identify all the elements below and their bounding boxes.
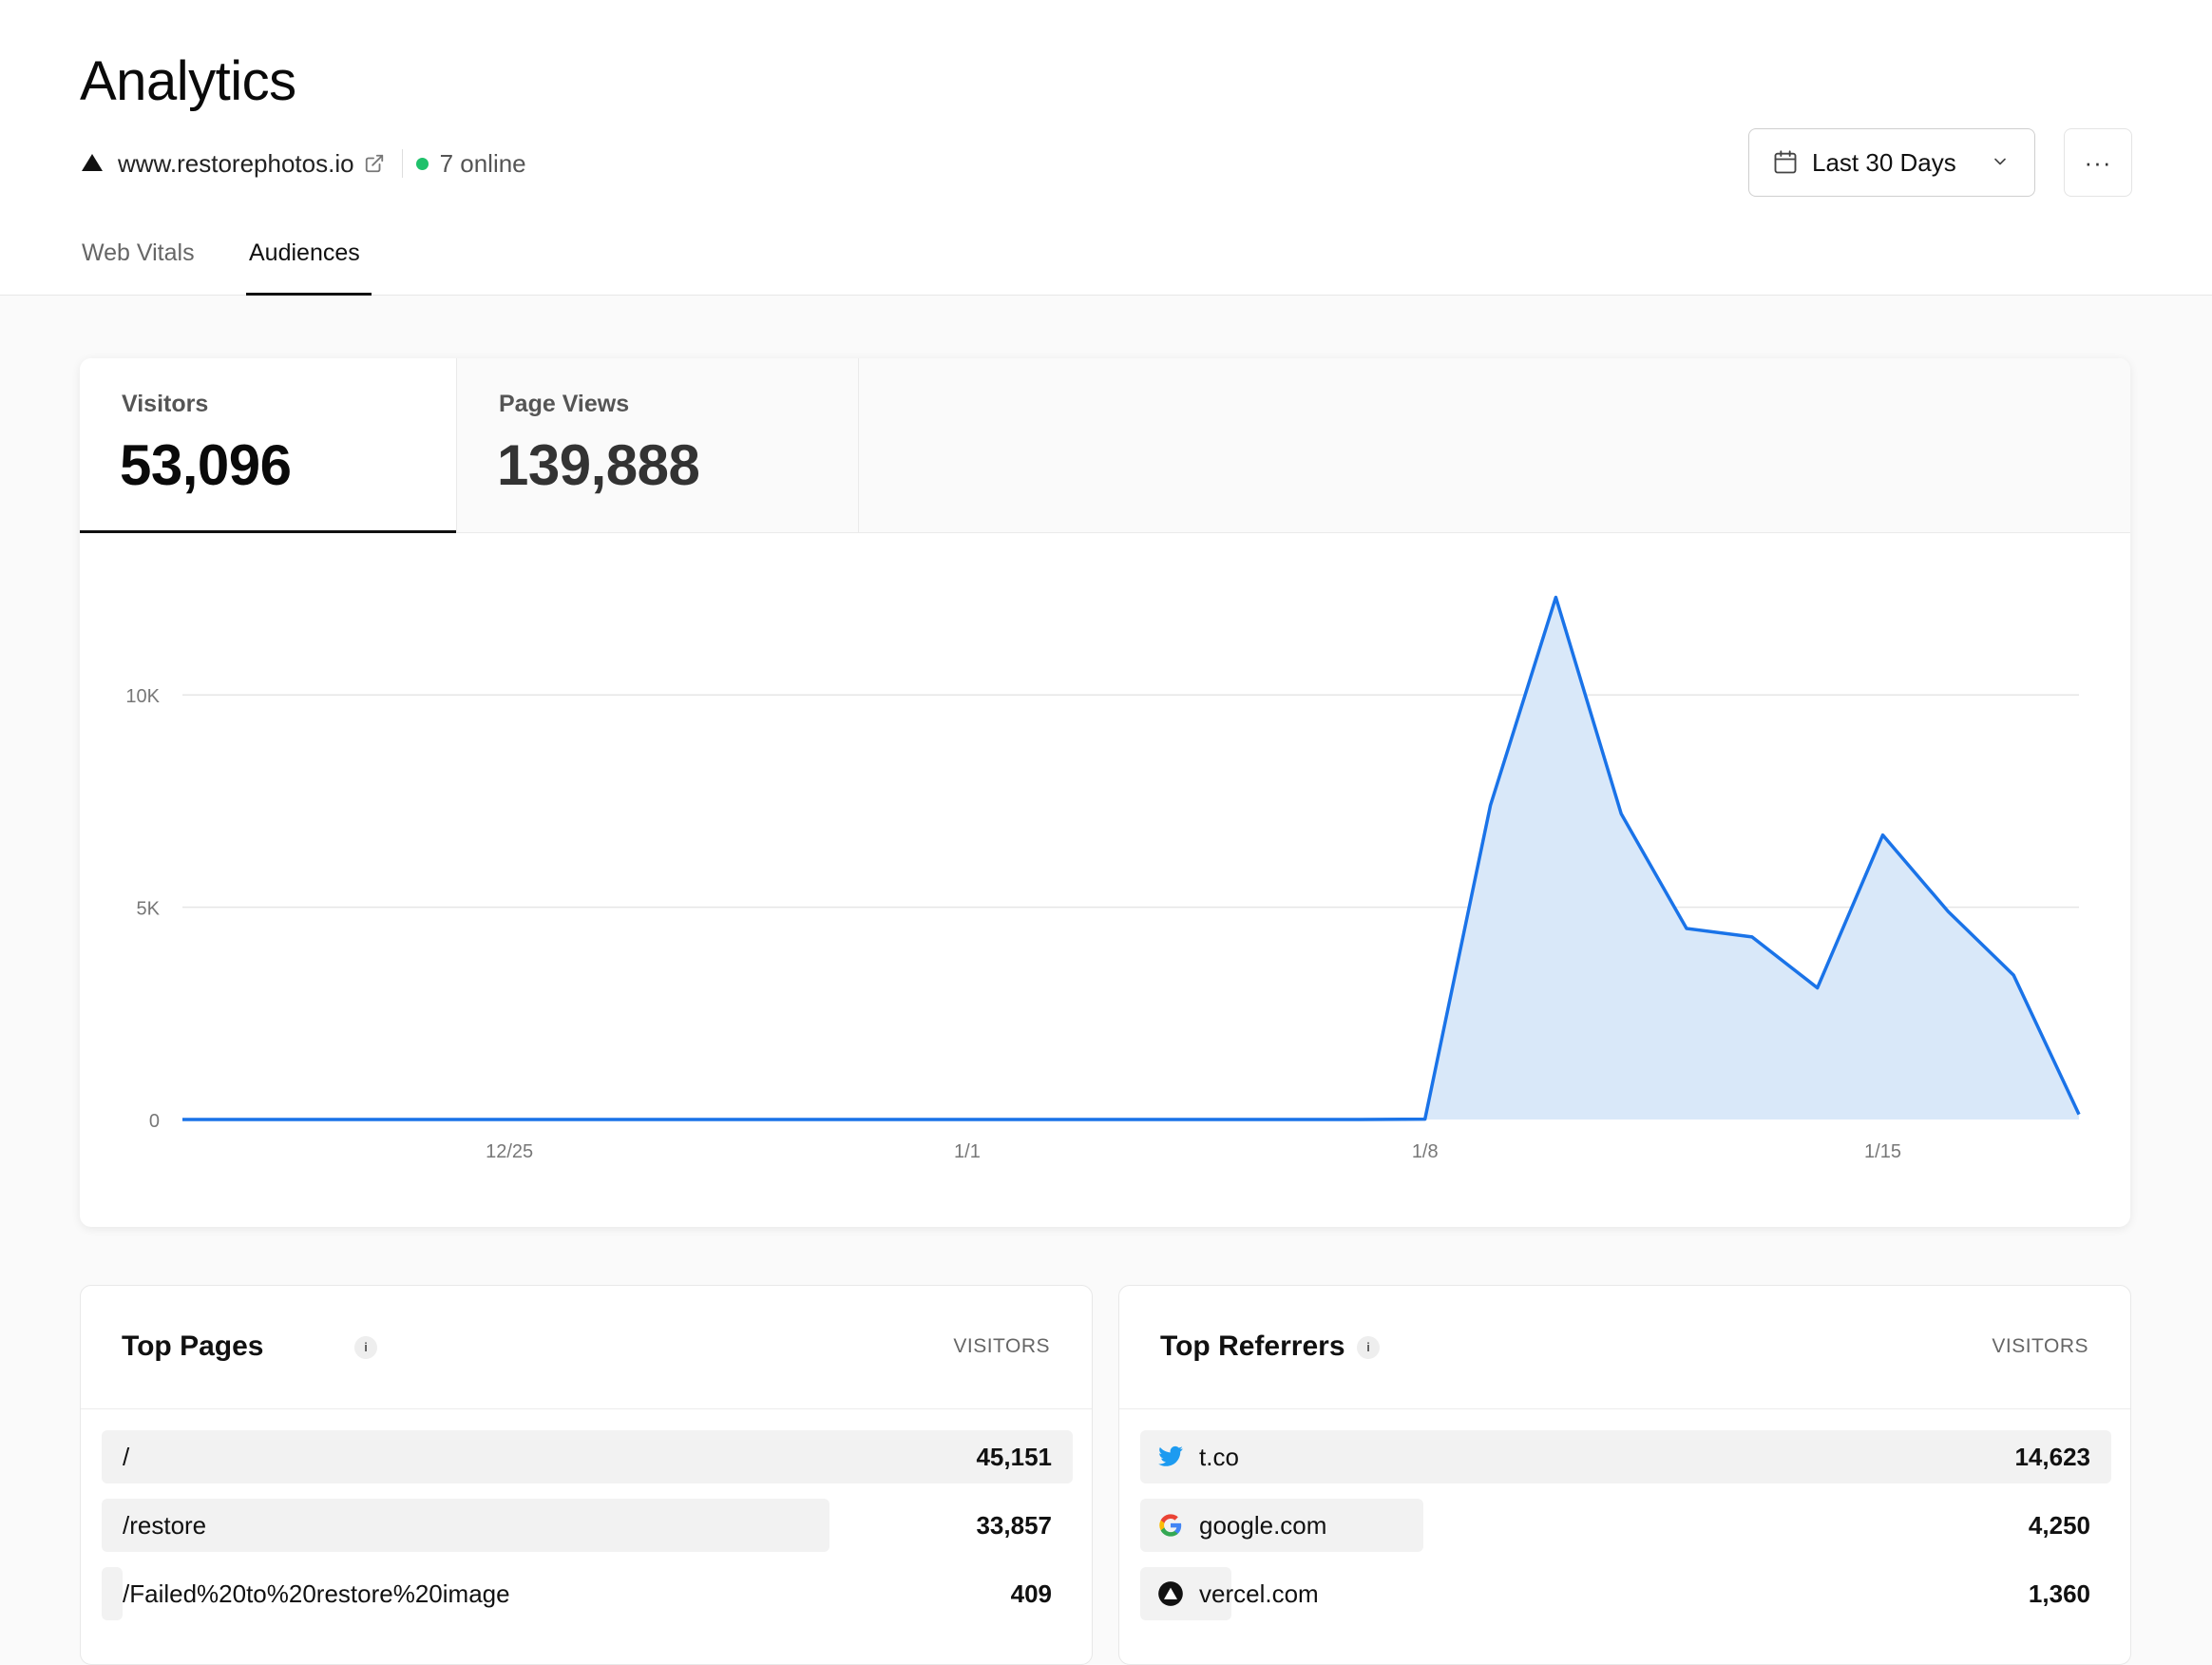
page-path: /Failed%20to%20restore%20image <box>123 1579 510 1609</box>
date-range-select[interactable]: Last 30 Days <box>1748 128 2035 197</box>
series-area <box>182 598 2079 1120</box>
visitor-count: 409 <box>1011 1579 1052 1609</box>
calendar-icon <box>1772 149 1799 176</box>
site-link[interactable]: www.restorephotos.io <box>118 149 354 179</box>
metric-tab-page-views[interactable]: Page Views 139,888 <box>456 358 859 533</box>
card-header: Top Pages i VISITORS <box>81 1286 1092 1409</box>
chevron-down-icon <box>1991 152 2010 171</box>
visitors-area-chart: 0 5K 10K 12/25 1/1 1/8 1/15 <box>80 533 2130 1227</box>
y-tick-label: 5K <box>137 899 161 920</box>
metric-tabs: Visitors 53,096 Page Views 139,888 <box>80 358 2130 533</box>
metric-label: Page Views <box>499 391 629 418</box>
active-tab-indicator <box>246 293 372 296</box>
x-tick-label: 1/15 <box>1864 1141 1901 1162</box>
column-header: VISITORS <box>1992 1335 2088 1358</box>
metric-label: Visitors <box>122 391 208 418</box>
info-icon[interactable]: i <box>354 1336 377 1359</box>
date-range-label: Last 30 Days <box>1812 148 1956 178</box>
row-bar <box>102 1430 1073 1483</box>
x-tick-label: 1/8 <box>1412 1141 1439 1162</box>
top-referrers-card: Top Referrers i VISITORS t.co 14,623 goo… <box>1118 1285 2131 1665</box>
visitor-count: 45,151 <box>976 1443 1052 1472</box>
referrer-domain: vercel.com <box>1199 1579 1319 1609</box>
row-bar <box>102 1499 830 1552</box>
page-title: Analytics <box>80 49 296 113</box>
more-icon: ··· <box>2085 148 2112 178</box>
x-tick-label: 1/1 <box>954 1141 981 1162</box>
card-header: Top Referrers i VISITORS <box>1119 1286 2130 1409</box>
top-pages-card: Top Pages i VISITORS / 45,151 /restore 3… <box>80 1285 1093 1665</box>
tab-audiences[interactable]: Audiences <box>249 239 360 295</box>
referrer-domain: google.com <box>1199 1511 1326 1541</box>
online-count: 7 online <box>440 149 526 179</box>
x-tick-label: 12/25 <box>486 1141 533 1162</box>
row-bar <box>102 1567 123 1620</box>
audience-chart-card: Visitors 53,096 Page Views 139,888 0 5K 10… <box>80 358 2130 1227</box>
google-icon <box>1157 1512 1184 1539</box>
card-title: Top Pages <box>122 1330 263 1363</box>
list-item[interactable]: vercel.com 1,360 <box>1140 1567 2111 1620</box>
site-info: www.restorephotos.io 7 online <box>82 146 526 181</box>
metric-tab-visitors[interactable]: Visitors 53,096 <box>80 358 456 533</box>
visitor-count: 4,250 <box>2029 1511 2090 1541</box>
visitor-count: 14,623 <box>2014 1443 2090 1472</box>
list-item[interactable]: /restore 33,857 <box>102 1499 1073 1552</box>
divider <box>402 149 403 178</box>
row-bar <box>1140 1430 2111 1483</box>
list-item[interactable]: / 45,151 <box>102 1430 1073 1483</box>
list-item[interactable]: /Failed%20to%20restore%20image 409 <box>102 1567 1073 1620</box>
tab-web-vitals[interactable]: Web Vitals <box>82 239 195 295</box>
metric-value: 53,096 <box>120 432 292 498</box>
visitor-count: 1,360 <box>2029 1579 2090 1609</box>
referrer-domain: t.co <box>1199 1443 1239 1472</box>
list-item[interactable]: google.com 4,250 <box>1140 1499 2111 1552</box>
page-header: Analytics www.restorephotos.io 7 online … <box>0 0 2212 296</box>
column-header: VISITORS <box>953 1335 1050 1358</box>
twitter-icon <box>1157 1444 1184 1470</box>
page-path: / <box>123 1443 129 1472</box>
vercel-triangle-icon <box>82 154 103 171</box>
metric-value: 139,888 <box>497 432 699 498</box>
online-status-dot <box>416 158 429 170</box>
y-tick-label: 0 <box>149 1111 160 1132</box>
vercel-icon <box>1157 1580 1184 1607</box>
list-item[interactable]: t.co 14,623 <box>1140 1430 2111 1483</box>
visitor-count: 33,857 <box>976 1511 1052 1541</box>
card-title: Top Referrers <box>1160 1330 1345 1363</box>
info-icon[interactable]: i <box>1357 1336 1380 1359</box>
external-link-icon[interactable] <box>364 153 385 174</box>
y-tick-label: 10K <box>125 686 160 707</box>
more-options-button[interactable]: ··· <box>2064 128 2132 197</box>
page-path: /restore <box>123 1511 206 1541</box>
